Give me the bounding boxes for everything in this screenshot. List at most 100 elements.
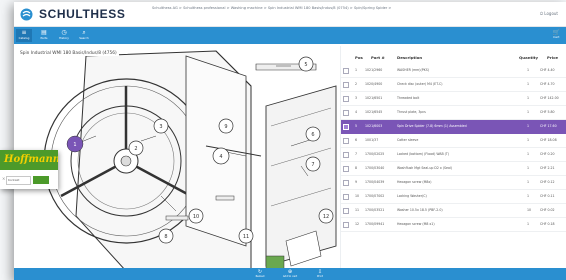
row-part-number: 1021/6545 — [365, 110, 383, 114]
callout-label[interactable]: 3 — [159, 124, 162, 130]
row-checkbox[interactable] — [343, 96, 349, 102]
add-to-cart-button[interactable]: ⊕ Add to cart — [280, 269, 300, 278]
row-pos: 7 — [355, 152, 358, 156]
callout-label[interactable]: 8 — [164, 234, 167, 240]
table-row[interactable]: 4 1021/6545 Thrust plate, 3pcs 1 CHF 5.80 — [341, 106, 566, 120]
row-checkbox[interactable] — [343, 110, 349, 116]
row-part-number: 1700/03040 — [365, 166, 385, 170]
exploded-drawing-viewer[interactable]: 1 2 3 4 5 6 7 8 9 10 11 12 Spin Industri… — [16, 46, 340, 272]
promo-submit-button[interactable] — [33, 176, 49, 184]
column-header-pos[interactable]: Pos — [355, 55, 363, 60]
row-part-number: 1700/03521 — [365, 208, 385, 212]
callout-label[interactable]: 1 — [73, 142, 76, 148]
row-description: Cotter sleeve — [397, 138, 419, 142]
table-row[interactable]: 9 1700/04039 Hexagon screw (M8x) 1 CHF 0.12 — [341, 176, 566, 190]
nav-item-history[interactable]: ◷ History — [56, 29, 72, 42]
table-row[interactable]: 12 1700/09941 Hexagon screw (M8 x1) 1 CHF 0.… — [341, 218, 566, 232]
cart-button[interactable]: 🛒 Cart — [553, 30, 560, 40]
row-checkbox[interactable] — [343, 138, 349, 144]
row-checkbox[interactable] — [343, 124, 349, 130]
row-price: CHF 0.02 — [540, 208, 555, 212]
row-part-number: 1020/4900 — [365, 82, 383, 86]
row-pos: 11 — [355, 208, 360, 212]
callout-label[interactable]: 2 — [134, 146, 137, 152]
callout-label[interactable]: 11 — [243, 234, 249, 240]
toolbar-label: Print — [317, 275, 323, 278]
row-quantity: 1 — [527, 166, 530, 170]
row-part-number: 1700/07002 — [365, 194, 385, 198]
table-row[interactable]: 6 1001/37 Cotter sleeve 1 CHF 18.08 — [341, 134, 566, 148]
row-description: Threaded bolt — [397, 96, 420, 100]
row-pos: 8 — [355, 166, 358, 170]
close-icon[interactable]: × — [2, 176, 5, 181]
table-row[interactable]: 7 1700/02025 Locked (bottom) (Flood) WAB (… — [341, 148, 566, 162]
breadcrumb[interactable]: Schulthess AG > Schulthess professional … — [152, 6, 402, 11]
row-part-number: 1001/37 — [365, 138, 379, 142]
row-checkbox[interactable] — [343, 68, 349, 74]
table-row[interactable]: 1 1021/2960 WASHER (mm)(PKS) 1 CHF 4.40 — [341, 64, 566, 78]
row-checkbox[interactable] — [343, 152, 349, 158]
callout-label[interactable]: 12 — [323, 214, 329, 220]
nav-item-search[interactable]: ⌕ Search — [76, 29, 92, 42]
callout-label[interactable]: 10 — [193, 214, 199, 220]
history-icon: ◷ — [61, 29, 67, 36]
reload-button[interactable]: ↻ Reload — [250, 269, 270, 278]
row-quantity: 1 — [527, 222, 530, 226]
table-row-selected[interactable]: 5 1021/6003 Spin Drive Spider (7-8) 6mm (1… — [341, 120, 566, 134]
row-description: Washer 10.5x 18.5 (PBF-2.0) — [397, 208, 443, 212]
row-checkbox[interactable] — [343, 180, 349, 186]
row-quantity: 1 — [527, 124, 530, 128]
row-pos: 3 — [355, 96, 358, 100]
row-checkbox[interactable] — [343, 222, 349, 228]
row-description: Spin Drive Spider (7-8) 6mm (1) Assemble… — [397, 124, 467, 128]
row-description: WASHER (mm)(PKS) — [397, 68, 430, 72]
column-header-description[interactable]: Description — [397, 55, 422, 60]
row-quantity: 1 — [527, 96, 530, 100]
row-description: Check disc (outer) M4 (ET-C) — [397, 82, 443, 86]
logout-link[interactable]: ⏻ Logout — [540, 11, 558, 16]
row-price: CHF 0.18 — [540, 222, 555, 226]
toolbar-label: Add to cart — [282, 275, 298, 278]
toolbar-label: Reload — [255, 275, 265, 278]
table-row[interactable]: 8 1700/03040 Washflush Mgt Seal-up D2 x (S… — [341, 162, 566, 176]
row-price: CHF 17.60 — [540, 124, 557, 128]
row-pos: 4 — [355, 110, 358, 114]
callout-label[interactable]: 6 — [311, 132, 314, 138]
cart-label: Cart — [553, 35, 560, 39]
table-row[interactable]: 11 1700/03521 Washer 10.5x 18.5 (PBF-2.0) 1… — [341, 204, 566, 218]
row-checkbox[interactable] — [343, 208, 349, 214]
column-header-part-number[interactable]: Part # — [371, 55, 385, 60]
row-part-number: 1021/2960 — [365, 68, 383, 72]
row-part-number: 1700/02025 — [365, 152, 385, 156]
callout-label[interactable]: 5 — [304, 62, 307, 68]
print-button[interactable]: ⇩ Print — [310, 269, 330, 278]
promo-banner: Hoffmann — [0, 150, 58, 170]
row-part-number: 1700/04039 — [365, 180, 385, 184]
parts-table-header: Pos Part # Description Quantity Price — [341, 55, 566, 63]
top-header: SCHULTHESS Schulthess AG > Schulthess pr… — [14, 2, 566, 27]
row-checkbox[interactable] — [343, 194, 349, 200]
table-row[interactable]: 2 1020/4900 Check disc (outer) M4 (ET-C) 1 C… — [341, 78, 566, 92]
table-row[interactable]: 3 1021/6501 Threaded bolt 1 CHF 142.00 — [341, 92, 566, 106]
row-price: CHF 4.70 — [540, 82, 555, 86]
column-header-quantity[interactable]: Quantity — [519, 55, 538, 60]
callout-label[interactable]: 7 — [311, 162, 314, 168]
callout-label[interactable]: 9 — [224, 124, 227, 130]
row-price: CHF 2.21 — [540, 166, 555, 170]
row-description: Hexagon screw (M8 x1) — [397, 222, 435, 226]
column-header-price[interactable]: Price — [547, 55, 558, 60]
brand-logo-text: SCHULTHESS — [39, 7, 126, 21]
row-checkbox[interactable] — [343, 166, 349, 172]
nav-item-label: Catalog — [18, 36, 30, 40]
row-pos: 5 — [355, 124, 358, 128]
row-checkbox[interactable] — [343, 82, 349, 88]
nav-item-catalog[interactable]: ≡ Catalog — [16, 29, 32, 42]
callout-label[interactable]: 4 — [219, 154, 222, 160]
nav-item-parts[interactable]: ▤ Parts — [36, 29, 52, 42]
search-icon: ⌕ — [82, 29, 86, 36]
hoffmann-promo-card: Hoffmann × Kontakt — [0, 150, 58, 189]
table-row[interactable]: 10 1700/07002 Locking Washer(C) 1 CHF 0.11 — [341, 190, 566, 204]
hoffmann-logo-text: Hoffmann — [4, 154, 58, 165]
row-quantity: 1 — [527, 180, 530, 184]
promo-input-field[interactable]: Kontakt — [6, 176, 31, 185]
